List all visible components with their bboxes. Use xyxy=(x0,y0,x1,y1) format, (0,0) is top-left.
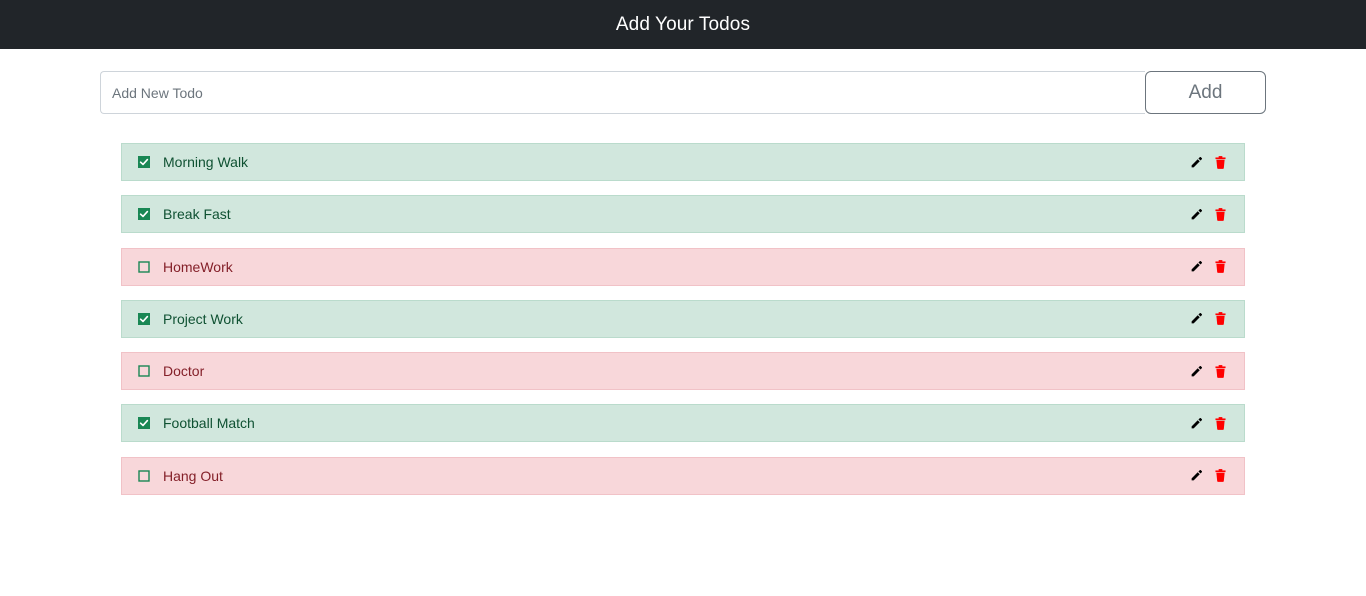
trash-icon[interactable] xyxy=(1213,364,1227,378)
todo-item: HomeWork xyxy=(121,247,1245,286)
pencil-icon[interactable] xyxy=(1189,364,1203,378)
checked-checkbox-icon[interactable] xyxy=(138,156,150,168)
add-todo-form: Add xyxy=(100,71,1266,114)
todo-item: Doctor xyxy=(121,352,1245,391)
todo-item: Hang Out xyxy=(121,456,1245,495)
trash-icon[interactable] xyxy=(1213,416,1227,430)
todo-item: Project Work xyxy=(121,299,1245,338)
checked-checkbox-icon[interactable] xyxy=(138,417,150,430)
pencil-icon[interactable] xyxy=(1189,469,1203,483)
checked-checkbox-icon[interactable] xyxy=(138,312,150,325)
page-title: Add Your Todos xyxy=(615,13,751,35)
pencil-icon[interactable] xyxy=(1189,416,1203,430)
checked-checkbox-icon[interactable] xyxy=(138,208,150,221)
todo-actions xyxy=(1189,155,1227,169)
trash-icon[interactable] xyxy=(1213,155,1227,169)
trash-icon[interactable] xyxy=(1213,312,1227,326)
trash-icon[interactable] xyxy=(1213,469,1227,483)
trash-icon[interactable] xyxy=(1213,207,1227,221)
trash-icon[interactable] xyxy=(1213,260,1227,274)
unchecked-checkbox-icon[interactable] xyxy=(138,470,150,482)
new-todo-input[interactable] xyxy=(100,71,1145,114)
todo-text: Hang Out xyxy=(163,467,223,484)
todo-text: Doctor xyxy=(163,363,205,380)
top-navbar: Add Your Todos xyxy=(0,0,1366,49)
unchecked-checkbox-icon[interactable] xyxy=(138,260,150,273)
todo-item: Break Fast xyxy=(121,195,1245,234)
pencil-icon[interactable] xyxy=(1189,207,1203,221)
todo-item: Football Match xyxy=(121,404,1245,443)
todo-actions xyxy=(1189,416,1227,430)
pencil-icon[interactable] xyxy=(1189,260,1203,274)
todo-text: Football Match xyxy=(163,415,255,432)
todo-text: Break Fast xyxy=(163,206,231,223)
todo-list: Morning Walk Break Fast HomeWork Project… xyxy=(121,143,1245,509)
pencil-icon[interactable] xyxy=(1189,155,1203,169)
todo-actions xyxy=(1189,312,1227,326)
add-button[interactable]: Add xyxy=(1145,71,1266,114)
todo-actions xyxy=(1189,364,1227,378)
todo-actions xyxy=(1189,260,1227,274)
todo-item: Morning Walk xyxy=(121,143,1245,181)
todo-actions xyxy=(1189,469,1227,483)
todo-actions xyxy=(1189,207,1227,221)
todo-text: Morning Walk xyxy=(163,154,249,170)
pencil-icon[interactable] xyxy=(1189,312,1203,326)
unchecked-checkbox-icon[interactable] xyxy=(138,365,150,377)
todo-text: Project Work xyxy=(163,310,243,327)
todo-text: HomeWork xyxy=(163,258,233,275)
